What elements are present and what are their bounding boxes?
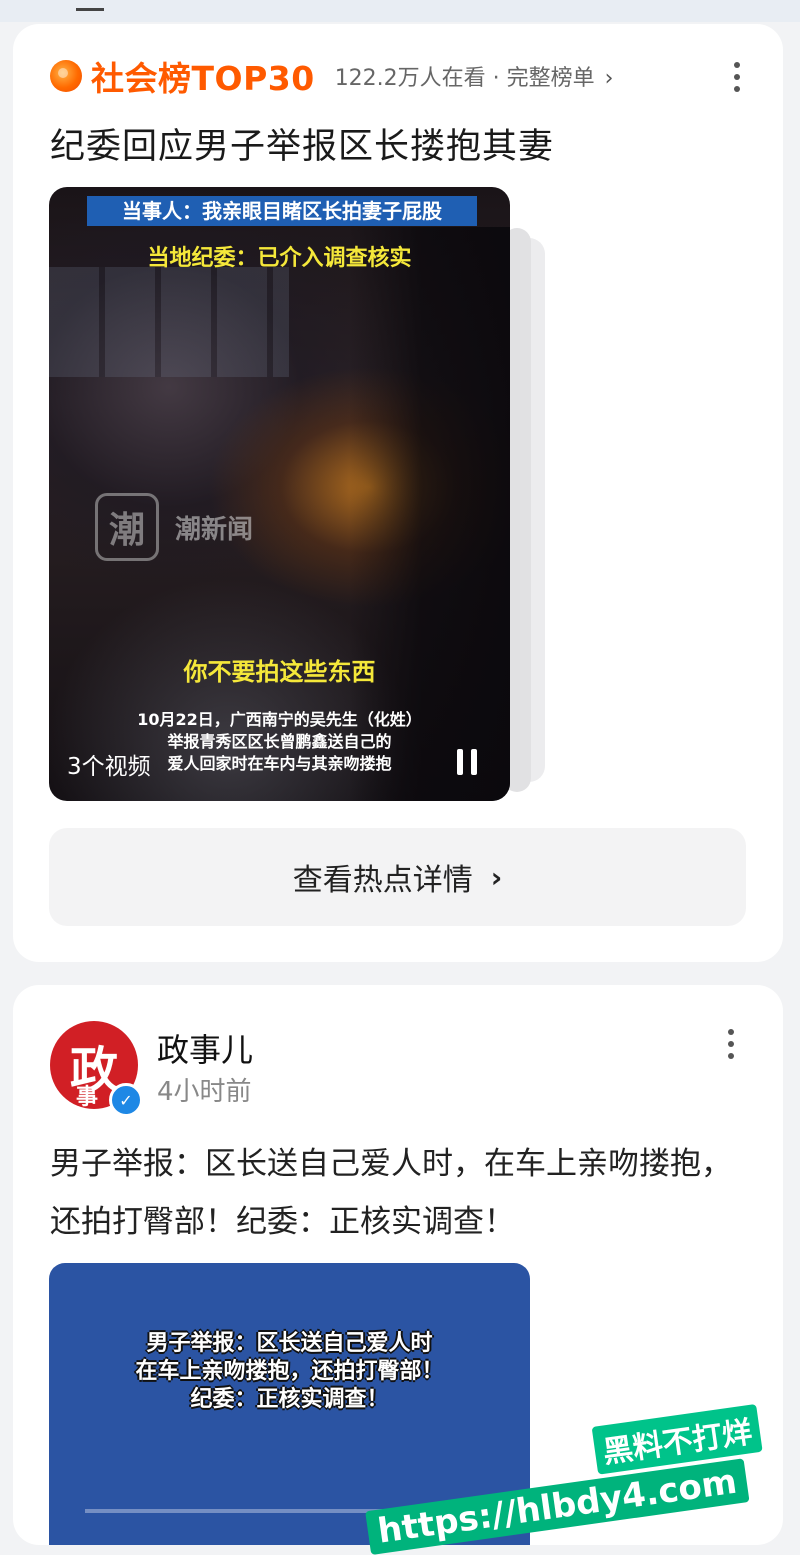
video-banner-sub: 当地纪委：已介入调查核实 — [147, 246, 412, 271]
pause-icon[interactable] — [457, 749, 481, 775]
hotlist-meta-text: 122.2万人在看 · 完整榜单 — [334, 66, 595, 91]
video-scene-window — [49, 267, 289, 377]
watermark-logo: 潮 — [95, 493, 159, 561]
video-quote: 你不要拍这些东西 — [183, 658, 376, 686]
more-vertical-icon[interactable] — [733, 62, 741, 96]
view-detail-button[interactable]: 查看热点详情 › — [49, 828, 746, 926]
post-time: 4小时前 — [157, 1077, 252, 1107]
hotlist-headline[interactable]: 纪委回应男子举报区长搂抱其妻 — [50, 118, 554, 169]
video-player[interactable]: 当事人：我亲眼目睹区长拍妻子屁股 当地纪委：已介入调查核实 潮 潮新闻 你不要拍… — [49, 187, 510, 801]
fire-dot-icon — [50, 60, 82, 92]
hotlist-title[interactable]: 社会榜TOP30 — [91, 52, 315, 100]
more-vertical-icon[interactable] — [727, 1029, 735, 1063]
view-detail-label: 查看热点详情 — [292, 863, 473, 898]
video-banner-top: 当事人：我亲眼目睹区长拍妻子屁股 — [87, 196, 477, 226]
post-image-caption-line: 纪委：正核实调查！ — [190, 1387, 389, 1412]
post-text[interactable]: 男子举报：区长送自己爱人时，在车上亲吻搂抱，还拍打臀部！纪委：正核实调查！ — [50, 1135, 740, 1251]
video-watermark: 潮 潮新闻 — [95, 493, 253, 561]
chevron-right-icon: › — [490, 860, 503, 894]
avatar-sub-glyph: 事 — [76, 1084, 99, 1109]
author-name[interactable]: 政事儿 — [157, 1025, 253, 1071]
hotlist-header[interactable]: 社会榜TOP30 122.2万人在看 · 完整榜单 › — [50, 56, 614, 98]
status-strip — [0, 0, 800, 22]
chevron-right-icon: › — [604, 66, 614, 91]
video-caption-line: 10月22日，广西南宁的吴先生（化姓） — [137, 710, 422, 729]
status-strip-handle — [76, 0, 104, 11]
verified-badge-icon: ✓ — [109, 1083, 143, 1117]
hotlist-meta[interactable]: 122.2万人在看 · 完整榜单 › — [335, 60, 614, 92]
watermark-text: 潮新闻 — [175, 514, 254, 545]
hotlist-card[interactable]: 社会榜TOP30 122.2万人在看 · 完整榜单 › 纪委回应男子举报区长搂抱其… — [13, 24, 783, 962]
video-count-label: 3个视频 — [67, 754, 151, 780]
